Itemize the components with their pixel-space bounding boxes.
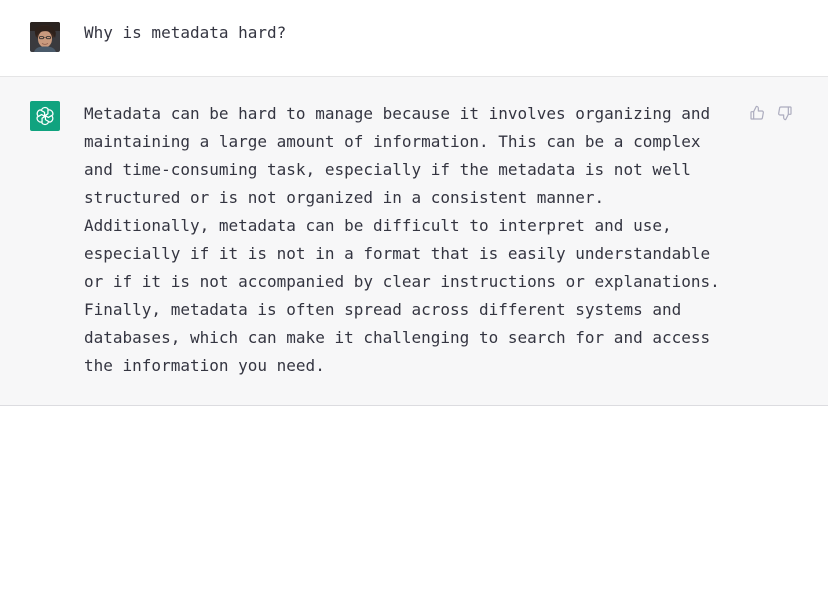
- assistant-message-row: Metadata can be hard to manage because i…: [0, 77, 828, 406]
- assistant-avatar: [30, 101, 60, 131]
- thumbs-down-button[interactable]: [776, 104, 794, 122]
- user-avatar: [30, 22, 60, 52]
- thumbs-up-button[interactable]: [748, 104, 766, 122]
- openai-logo-icon: [36, 106, 54, 126]
- thumbs-up-icon: [750, 105, 764, 120]
- user-avatar-photo: [30, 22, 60, 52]
- user-message-text: Why is metadata hard?: [84, 23, 287, 42]
- thumbs-down-icon: [778, 106, 792, 121]
- assistant-message-text: Metadata can be hard to manage because i…: [84, 104, 720, 375]
- user-message-row: Why is metadata hard?: [0, 0, 828, 77]
